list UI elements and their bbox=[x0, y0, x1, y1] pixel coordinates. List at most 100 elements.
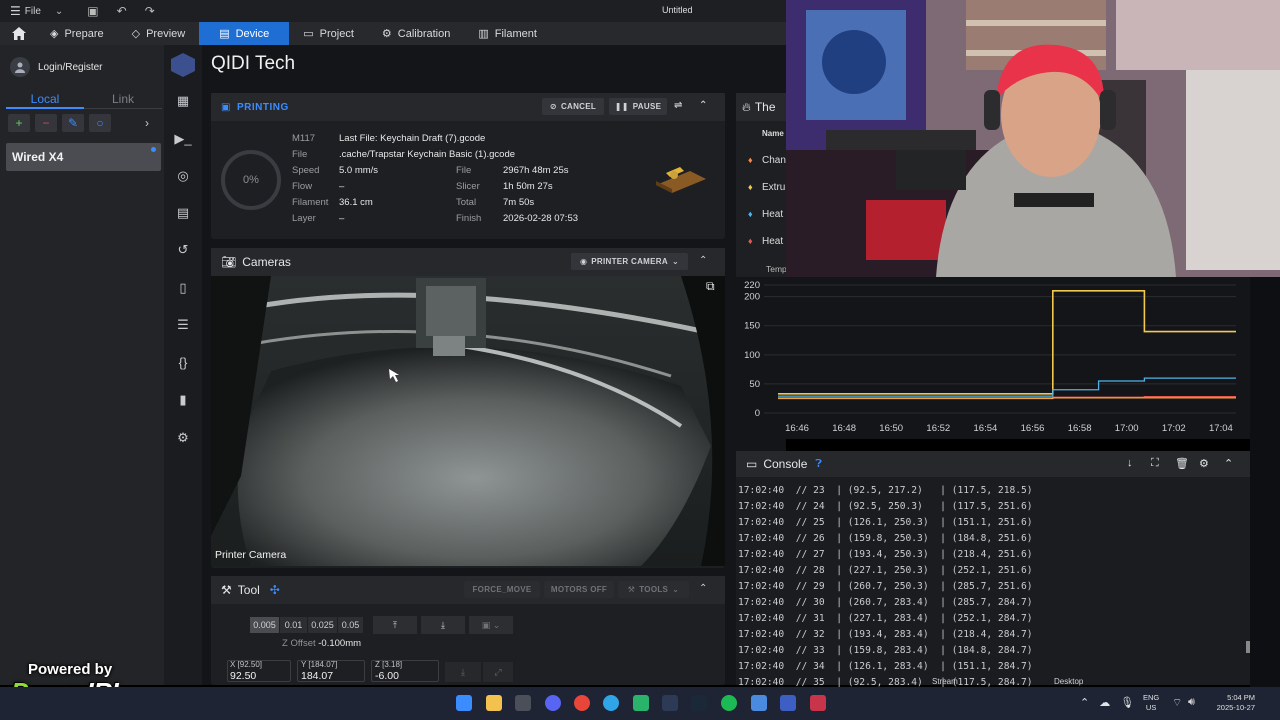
help-icon[interactable]: ❓︎ bbox=[815, 458, 822, 471]
chevron-right-icon[interactable]: › bbox=[145, 116, 149, 130]
flame-icon: ♦ bbox=[748, 209, 753, 219]
console-icon[interactable]: ▶_ bbox=[164, 131, 202, 147]
history-icon[interactable]: ↺ bbox=[164, 242, 202, 258]
tab-filament[interactable]: ▥ Filament bbox=[464, 22, 551, 45]
hamburger-icon[interactable]: ☰ bbox=[10, 4, 21, 18]
motors-off-label: MOTORS OFF bbox=[550, 585, 608, 594]
printer-list-item[interactable]: Wired X4 bbox=[6, 143, 161, 171]
clock-date: 2025-10-27 bbox=[1216, 703, 1255, 712]
undo-icon[interactable]: ↶ bbox=[117, 4, 127, 18]
edge-icon[interactable] bbox=[603, 695, 619, 711]
cloud-icon[interactable]: ☁ bbox=[1099, 696, 1110, 709]
edit-printer-icon[interactable]: ✎ bbox=[62, 114, 84, 132]
expand-icon[interactable]: ⛶ bbox=[1151, 457, 1159, 470]
chevron-up-icon[interactable]: ⌃ bbox=[699, 583, 707, 594]
thermal-row-heater-1[interactable]: Heat bbox=[762, 209, 783, 220]
file-menu[interactable]: File bbox=[25, 6, 41, 17]
macros-icon[interactable]: {} bbox=[164, 355, 202, 370]
thermal-row-chamber[interactable]: Chan bbox=[762, 155, 786, 166]
tab-prepare[interactable]: ◈ Prepare bbox=[38, 22, 118, 45]
bg-app-icon[interactable] bbox=[662, 695, 678, 711]
refresh-icon[interactable]: ○ bbox=[89, 114, 111, 132]
pause-button[interactable]: ❚❚ PAUSE bbox=[609, 98, 667, 115]
remove-printer-icon[interactable]: − bbox=[35, 114, 57, 132]
store-icon[interactable] bbox=[515, 695, 531, 711]
tab-device[interactable]: ▤ Device bbox=[199, 22, 290, 45]
chevron-up-icon[interactable]: ⌃ bbox=[1224, 457, 1233, 470]
z-save-button[interactable]: ▣ ⌄ bbox=[469, 616, 513, 634]
tab-project[interactable]: ▭ Project bbox=[289, 22, 368, 45]
temp-column: Temp bbox=[766, 264, 787, 274]
camera-select[interactable]: ◉ PRINTER CAMERA ⌄ bbox=[571, 253, 688, 270]
tab-local[interactable]: Local bbox=[6, 91, 84, 109]
spotify-icon[interactable] bbox=[721, 695, 737, 711]
tool-title: Tool bbox=[237, 583, 260, 597]
settings-icon[interactable]: ⚙ bbox=[1199, 457, 1209, 470]
force-move-button[interactable]: FORCE_MOVE bbox=[464, 581, 540, 598]
redo-icon[interactable]: ↷ bbox=[145, 4, 155, 18]
y-tick-label: 150 bbox=[744, 321, 760, 332]
scroll-down-icon[interactable]: ↓ bbox=[1127, 457, 1133, 469]
z-up-button[interactable]: ⤒ bbox=[373, 616, 417, 634]
jobs-icon[interactable]: ▤ bbox=[164, 205, 202, 221]
x-tick-label: 17:04 bbox=[1209, 423, 1233, 434]
title-bar: ☰ File ⌄ ▣ ↶ ↷ Untitled bbox=[0, 0, 786, 22]
files-icon[interactable]: ▯ bbox=[164, 280, 202, 296]
step-005[interactable]: 0.05 bbox=[338, 617, 363, 633]
login-register[interactable]: Login/Register bbox=[10, 57, 102, 77]
chevron-up-icon[interactable]: ⌃ bbox=[699, 100, 708, 111]
wifi-icon[interactable]: ⌔ bbox=[1172, 696, 1182, 710]
chevron-up-icon[interactable]: ⌃ bbox=[699, 255, 707, 266]
tab-calibration[interactable]: ⚙ Calibration bbox=[368, 22, 464, 45]
console-log[interactable]: 17:02:40 // 23 | (92.5, 217.2) | (117.5,… bbox=[738, 485, 1033, 693]
z-offset-label: Z Offset bbox=[282, 638, 316, 649]
open-external-icon[interactable]: ⧉ bbox=[706, 279, 715, 294]
cancel-button[interactable]: ⊘ CANCEL bbox=[542, 98, 604, 115]
step-0025[interactable]: 0.025 bbox=[308, 617, 337, 633]
file-explorer-icon[interactable] bbox=[486, 695, 502, 711]
temperature-chart: 0 50 100 150 200 220 16:46 16:48 16:50 16:52 16:5… bbox=[736, 277, 1250, 439]
dashboard-icon[interactable]: ▦ bbox=[164, 93, 202, 109]
chevron-down-icon[interactable]: ⌄ bbox=[55, 6, 63, 17]
x-tick-label: 16:54 bbox=[974, 423, 998, 434]
system-icon[interactable]: ▮ bbox=[164, 392, 202, 408]
webcam-image bbox=[786, 0, 1280, 277]
tools-button[interactable]: ⚒ TOOLS ⌄ bbox=[618, 581, 689, 598]
home-button[interactable] bbox=[0, 22, 38, 45]
cube-icon: ◈ bbox=[50, 28, 59, 40]
tab-preview[interactable]: ◇ Preview bbox=[118, 22, 200, 45]
add-printer-icon[interactable]: + bbox=[8, 114, 30, 132]
motors-off-button[interactable]: MOTORS OFF bbox=[544, 581, 614, 598]
chrome-icon[interactable] bbox=[574, 695, 590, 711]
qidi-studio-icon[interactable] bbox=[780, 695, 796, 711]
camera-feed[interactable]: Printer Camera ⧉ bbox=[211, 276, 725, 566]
clock[interactable]: 5:04 PM 2025-10-27 bbox=[1207, 693, 1255, 713]
z-down-button[interactable]: ⤓ bbox=[421, 616, 465, 634]
home-xyz-button[interactable]: ⤢ bbox=[483, 662, 513, 682]
step-0005[interactable]: 0.005 bbox=[250, 617, 279, 633]
camera-select-label: PRINTER CAMERA bbox=[591, 257, 668, 266]
steam-icon[interactable] bbox=[691, 695, 707, 711]
thermal-row-extruder[interactable]: Extru bbox=[762, 182, 785, 193]
trash-icon[interactable]: 🗑︎ bbox=[1175, 457, 1189, 470]
tab-label: Preview bbox=[146, 27, 186, 40]
tab-link[interactable]: Link bbox=[84, 91, 162, 109]
discord-icon[interactable] bbox=[545, 695, 561, 711]
messaging-icon[interactable] bbox=[751, 695, 767, 711]
volume-icon[interactable]: 🔊︎ bbox=[1188, 696, 1195, 709]
chevron-up-icon[interactable]: ⌃ bbox=[1080, 696, 1089, 709]
streaming-app-icon[interactable] bbox=[810, 695, 826, 711]
language-indicator[interactable]: ENG US bbox=[1143, 693, 1159, 713]
settings-icon[interactable]: ⚙ bbox=[164, 430, 202, 446]
mic-icon[interactable]: 🎙︎ bbox=[1120, 696, 1134, 709]
step-001[interactable]: 0.01 bbox=[280, 617, 307, 633]
thermal-row-heater-2[interactable]: Heat bbox=[762, 236, 783, 247]
app-icon[interactable] bbox=[633, 695, 649, 711]
sort-icon[interactable]: ⇌ bbox=[674, 100, 683, 111]
camera-nav-icon[interactable]: ◎ bbox=[164, 168, 202, 184]
y-label: Y [184.07] bbox=[301, 660, 338, 669]
tune-icon[interactable]: ☰ bbox=[164, 317, 202, 333]
start-icon[interactable] bbox=[456, 695, 472, 711]
save-icon[interactable]: ▣ bbox=[87, 4, 98, 18]
move-button[interactable]: ⤓ bbox=[445, 662, 481, 682]
